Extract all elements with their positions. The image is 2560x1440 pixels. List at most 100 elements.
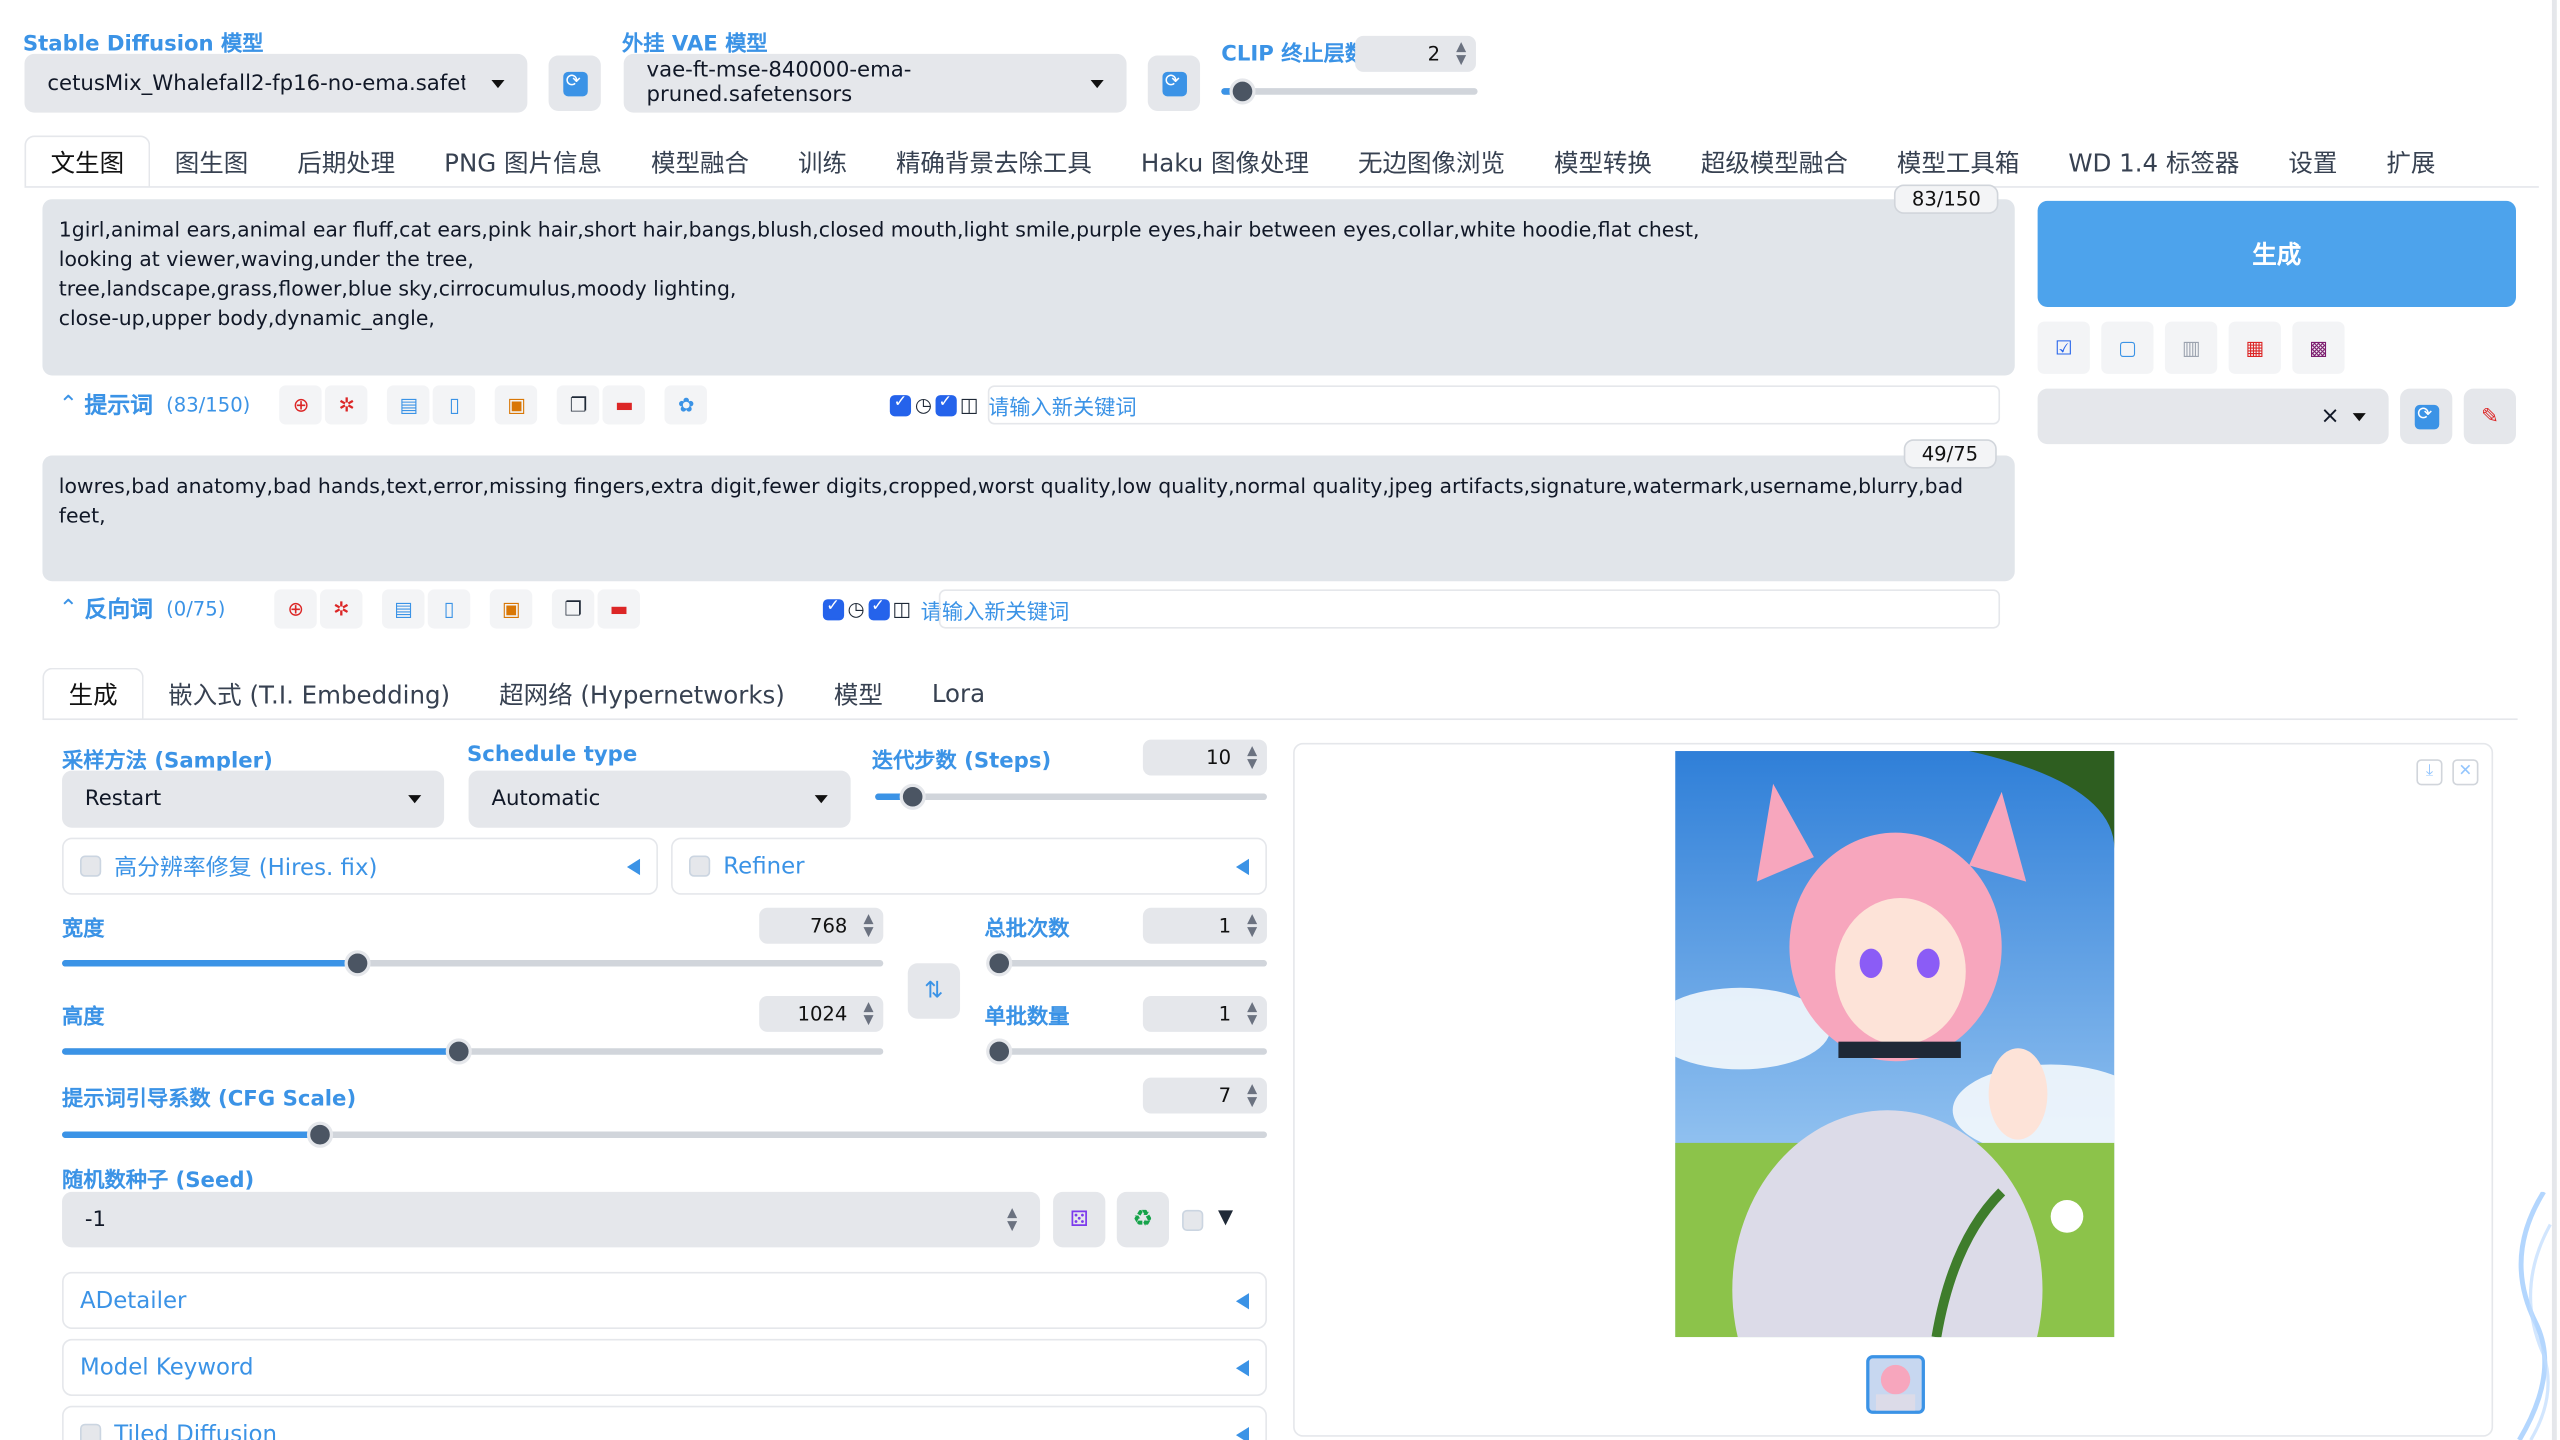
edit-style-button[interactable]: ✎	[2463, 388, 2516, 445]
generate-button[interactable]: 生成	[2037, 200, 2516, 307]
random-seed-button[interactable]: ⚄	[1053, 1191, 1106, 1248]
extra-seed-checkbox[interactable]	[1182, 1209, 1204, 1232]
image-text-icon[interactable]: ▣	[495, 385, 538, 425]
tab-main-8[interactable]: 无边图像浏览	[1334, 136, 1530, 188]
slider-handle[interactable]	[445, 1038, 472, 1065]
tab-main-12[interactable]: WD 1.4 标签器	[2044, 136, 2264, 188]
sampler-select[interactable]: Restart	[62, 770, 445, 828]
height-input[interactable]: 1024 ▲ ▼	[759, 995, 884, 1032]
keyword-checkbox[interactable]	[890, 393, 912, 416]
spinner-icon[interactable]: ▲ ▼	[863, 912, 873, 939]
trash-icon[interactable]: ▥	[2164, 321, 2218, 374]
sd-model-refresh-button[interactable]	[548, 55, 601, 112]
keyword-checkbox-2[interactable]	[935, 393, 957, 416]
copy-icon[interactable]: ❐	[551, 589, 595, 629]
spinner-icon[interactable]: ▲ ▼	[1247, 912, 1257, 939]
gallery-thumbnail[interactable]	[1866, 1355, 1925, 1414]
width-input[interactable]: 768 ▲ ▼	[759, 907, 884, 944]
spinner-icon[interactable]: ▲ ▼	[863, 1000, 873, 1027]
clipboard-icon[interactable]: ▦	[2228, 321, 2281, 374]
clip-input[interactable]: 2 ▲ ▼	[1355, 35, 1476, 72]
tab-main-9[interactable]: 模型转换	[1529, 136, 1676, 188]
steps-input[interactable]: 10 ▲ ▼	[1142, 739, 1267, 776]
refiner-accordion[interactable]: Refiner	[671, 837, 1267, 895]
panel-icon[interactable]: ◫	[892, 598, 911, 621]
vae-refresh-button[interactable]	[1147, 55, 1201, 112]
keyword-checkbox[interactable]	[822, 597, 845, 620]
expand-arrow-icon[interactable]	[1235, 1359, 1250, 1376]
settings-icon[interactable]: ✲	[325, 385, 368, 425]
sd-model-select[interactable]: cetusMix_Whalefall2-fp16-no-ema.safetens…	[24, 53, 528, 113]
slider-handle[interactable]	[344, 950, 371, 977]
slider-handle[interactable]	[985, 950, 1012, 977]
tab-main-13[interactable]: 设置	[2264, 136, 2362, 188]
batch-size-slider[interactable]	[985, 1038, 1267, 1065]
keyword-input-box[interactable]	[987, 385, 2001, 425]
tab-sub-2[interactable]: 超网络 (Hypernetworks)	[475, 668, 810, 720]
spinner-icon[interactable]: ▲ ▼	[1247, 1000, 1257, 1027]
swap-dimensions-button[interactable]: ⇅	[907, 963, 961, 1019]
trash-icon[interactable]: ▬	[603, 385, 646, 425]
trash-icon[interactable]: ▬	[597, 589, 641, 629]
tab-main-1[interactable]: 图生图	[150, 136, 272, 188]
expand-arrow-icon[interactable]	[1235, 1426, 1250, 1440]
model-keyword-accordion[interactable]: Model Keyword	[62, 1338, 1267, 1396]
spinner-icon[interactable]: ▲ ▼	[1007, 1206, 1017, 1233]
expand-arrow-icon[interactable]	[1235, 1292, 1250, 1309]
settings-icon[interactable]: ✲	[320, 589, 363, 629]
vae-select[interactable]: vae-ft-mse-840000-ema-pruned.safetensors	[623, 53, 1127, 113]
tab-main-6[interactable]: 精确背景去除工具	[871, 136, 1116, 188]
styles-refresh-button[interactable]	[2400, 388, 2453, 445]
steps-slider[interactable]	[875, 783, 1267, 810]
slider-handle[interactable]	[306, 1121, 333, 1148]
translate-icon[interactable]: ⊕	[279, 385, 323, 425]
checkbox-icon[interactable]: ☑	[2037, 321, 2090, 374]
cfg-input[interactable]: 7 ▲ ▼	[1142, 1077, 1267, 1114]
triangle-down-icon[interactable]: ▼	[1218, 1205, 1233, 1228]
expand-arrow-icon[interactable]	[1235, 857, 1250, 875]
tab-main-2[interactable]: 后期处理	[273, 136, 420, 188]
tab-sub-1[interactable]: 嵌入式 (T.I. Embedding)	[144, 668, 475, 720]
keyword-input-box[interactable]	[938, 589, 2001, 629]
tab-main-7[interactable]: Haku 图像处理	[1116, 136, 1333, 188]
seed-input[interactable]: -1 ▲ ▼	[62, 1191, 1041, 1248]
spinner-icon[interactable]: ▲ ▼	[1247, 1082, 1257, 1108]
generated-image[interactable]	[1675, 751, 2115, 1338]
clip-slider[interactable]	[1221, 78, 1478, 105]
collapse-icon[interactable]: ⌃	[59, 596, 78, 622]
spinner-icon[interactable]: ▲ ▼	[1456, 40, 1466, 67]
list-icon[interactable]: ▤	[382, 589, 425, 629]
save-icon[interactable]: ▩	[2292, 321, 2345, 374]
height-slider[interactable]	[62, 1038, 884, 1065]
tab-main-11[interactable]: 模型工具箱	[1872, 136, 2043, 188]
timer-icon[interactable]: ◷	[847, 598, 864, 621]
tiled-diffusion-checkbox[interactable]	[80, 1423, 102, 1440]
hires-fix-accordion[interactable]: 高分辨率修复 (Hires. fix)	[62, 837, 658, 895]
expand-arrow-icon[interactable]	[626, 857, 641, 875]
tab-sub-4[interactable]: Lora	[907, 668, 1009, 720]
tab-main-5[interactable]: 训练	[773, 136, 871, 188]
batch-size-input[interactable]: 1 ▲ ▼	[1142, 995, 1267, 1032]
batch-count-input[interactable]: 1 ▲ ▼	[1142, 907, 1267, 944]
tab-main-0[interactable]: 文生图	[24, 135, 151, 188]
negative-prompt-textarea[interactable]: lowres,bad anatomy,bad hands,text,error,…	[42, 455, 2015, 582]
hires-checkbox[interactable]	[80, 855, 102, 877]
download-icon[interactable]: ⤓	[2416, 759, 2443, 786]
translate-icon[interactable]: ⊕	[274, 589, 317, 629]
batch-count-slider[interactable]	[985, 950, 1267, 977]
panel-icon[interactable]: ◫	[960, 393, 979, 416]
adetailer-accordion[interactable]: ADetailer	[62, 1271, 1267, 1330]
list-icon[interactable]: ▤	[387, 385, 430, 425]
close-icon[interactable]: ✕	[2452, 759, 2479, 786]
tab-main-4[interactable]: 模型融合	[626, 136, 773, 188]
ai-icon[interactable]: ✿	[665, 385, 708, 425]
close-icon[interactable]: ×	[2321, 403, 2340, 429]
image-text-icon[interactable]: ▣	[489, 589, 533, 629]
timer-icon[interactable]: ◷	[915, 393, 932, 416]
tab-sub-0[interactable]: 生成	[42, 667, 144, 721]
slider-handle[interactable]	[985, 1038, 1012, 1065]
keyword-checkbox-2[interactable]	[867, 597, 890, 620]
tab-main-14[interactable]: 扩展	[2362, 136, 2460, 188]
copy-icon[interactable]: ❐	[557, 385, 600, 425]
slider-handle[interactable]	[1229, 78, 1256, 105]
